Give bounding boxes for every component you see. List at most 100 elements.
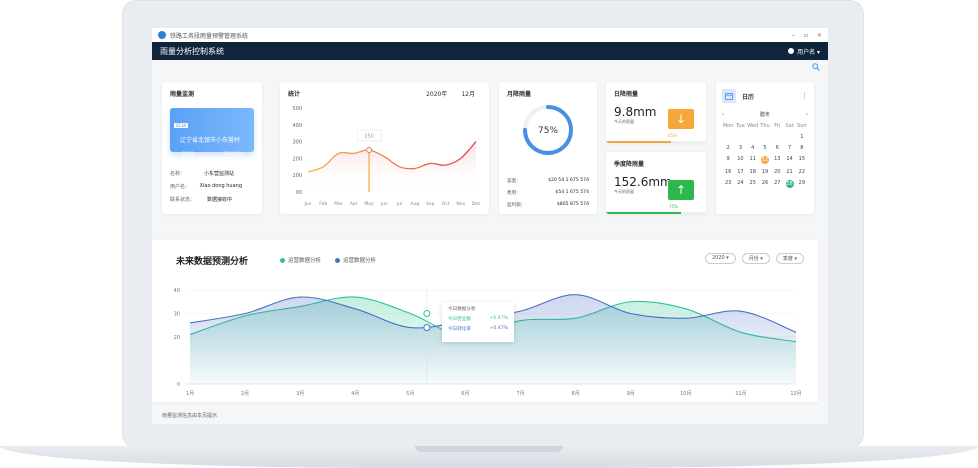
calendar-day[interactable]: 15 [796,156,808,164]
monthly-value-2: $54 1 675 574 [555,190,589,195]
forecast-point-2[interactable] [423,324,431,332]
user-menu[interactable]: 用户名 ▾ [788,47,820,56]
calendar-day[interactable]: 14 [783,156,795,164]
forecast-x-tick: 2月 [241,391,249,397]
tooltip-row2-key: 今日转化率 [448,327,471,332]
calendar-day[interactable]: 8 [796,145,808,151]
calendar-day[interactable]: 19 [759,169,771,175]
station-date: 12/03 [182,151,194,156]
tooltip-row2-value: +0.47% [489,326,508,331]
calendar-prev-button[interactable]: ‹ [722,111,724,118]
calendar-day[interactable]: 23 [722,180,734,188]
monthly-key-1: 容量： [507,179,521,184]
calendar-day[interactable]: 3 [734,145,746,151]
weekday-header: Mon [722,123,734,129]
calendar-day[interactable]: 2 [722,145,734,151]
forecast-title: 未来数据预测分析 [176,257,249,267]
stats-y-tick: 500 [292,106,302,112]
stats-x-tick: Jun [380,201,388,207]
stats-x-tick: Nov [456,201,465,207]
calendar-day[interactable]: 28 [785,180,794,188]
calendar-day[interactable]: 20 [771,169,783,175]
monitor-value-1: 小东营监测站 [203,171,234,177]
calendar-day[interactable]: 10 [734,156,746,164]
weekday-header: Wed [747,123,759,129]
stats-y-tick: 400 [292,123,302,129]
forecast-x-tick: 10月 [680,391,691,397]
stats-y-tick: 100 [292,173,302,179]
daily-percent: 65% [668,133,677,138]
calendar-day[interactable]: 7 [783,145,795,151]
calendar-day[interactable]: 12 [760,156,769,164]
stats-card: 统计 2020年 12月 500 400 300 200 100 00 Jun Feb Mar A… [280,82,489,214]
daily-card: 日降雨量 9.8mm 今天的雨量 ↓ 65% [606,82,706,143]
stats-x-tick: Jul [396,201,402,207]
legend-dot-green [280,257,285,263]
monitor-key-1: 名称： [170,171,186,177]
quarter-title: 季度降雨量 [614,161,645,168]
calendar-day[interactable]: 16 [722,169,734,175]
weekday-header: Fri [774,123,781,129]
calendar-day[interactable]: 9 [722,156,734,164]
calendar-day[interactable]: 22 [796,169,808,175]
monthly-donut: 75% [523,105,573,155]
maximize-button[interactable]: ▫ [804,32,808,39]
monthly-title: 月降雨量 [507,91,532,98]
stats-highlight-point[interactable] [366,147,373,153]
monthly-percent: 75% [538,126,558,136]
more-icon[interactable]: ⋮ [801,92,808,100]
calendar-day[interactable]: 24 [734,180,746,188]
user-icon [788,48,795,54]
calendar-day[interactable]: 29 [796,180,808,188]
forecast-x-tick: 7月 [516,391,524,397]
forecast-point-1[interactable] [423,310,431,317]
daily-title: 日降雨量 [614,91,639,98]
stats-title: 统计 [288,91,301,98]
stats-x-tick: Oct [442,201,450,207]
forecast-x-tick: 9月 [627,391,635,397]
stats-x-tick: May [364,201,374,207]
legend-series-2: 运营数据分析 [343,258,377,264]
station-name: 辽宁省北镇市小东营村 [180,137,241,144]
stats-x-tick: Jun [303,201,311,207]
calendar-day[interactable]: 26 [759,180,771,188]
monitor-value-3: 数据接收中 [206,197,232,203]
station-card[interactable]: 013A 辽宁省北镇市小东营村 12/03 SN8A4SH [170,108,254,156]
app-logo-icon [158,31,166,39]
calendar-day[interactable]: 25 [747,180,759,188]
weekday-header: Thu [760,123,770,129]
window-title: 铁路工务段雨量预警管理系统 [170,32,249,40]
calendar-day[interactable]: 11 [747,156,759,164]
calendar-day[interactable]: 4 [747,145,759,151]
monthly-value-1: $20 54 1 675 574 [548,178,589,183]
calendar-next-button[interactable]: › [806,111,808,118]
year-dropdown[interactable]: 2020 ▾ [704,253,736,264]
monitor-value-2: Xiao dong huang [199,183,242,189]
calendar-day[interactable]: 27 [771,180,783,188]
quarter-up-arrow-icon: ↑ [668,180,694,200]
monitor-card: 雨量监测 013A 辽宁省北镇市小东营村 12/03 SN8A4SH 名称： 小东… [162,82,262,214]
calendar-day[interactable]: 5 [759,145,771,151]
stats-y-tick: 200 [292,156,302,162]
forecast-x-tick: 1月 [186,391,194,397]
calendar-day[interactable]: 21 [783,169,795,175]
stats-year-select[interactable]: 2020年 [426,89,447,98]
month-dropdown[interactable]: 月份 ▾ [741,253,770,264]
forecast-x-tick: 6月 [461,391,469,397]
close-button[interactable]: × [817,32,822,39]
search-icon[interactable] [812,63,820,71]
stats-x-tick: Feb [319,201,327,207]
quarter-dropdown[interactable]: 季度 ▾ [775,253,804,264]
stats-line-chart: 50040030020010000Jun Feb Mar Apr May Jun Jul Au… [292,106,480,207]
app-screen: 铁路工务段雨量预警管理系统 – ▫ × 雨量分析控制系统 用户名 ▾ 雨量监测 … [152,28,828,424]
forecast-x-tick: 5月 [406,391,414,397]
minimize-button[interactable]: – [792,32,795,39]
calendar-day[interactable]: 18 [747,169,759,175]
monitor-key-3: 联系状态： [170,197,196,203]
calendar-day[interactable]: 13 [771,156,783,164]
calendar-day[interactable]: 1 [796,134,808,140]
stats-month-select[interactable]: 12月 [461,89,475,98]
calendar-day[interactable]: 17 [734,169,746,175]
forecast-x-tick: 11月 [735,391,746,397]
calendar-day[interactable]: 6 [771,145,783,151]
